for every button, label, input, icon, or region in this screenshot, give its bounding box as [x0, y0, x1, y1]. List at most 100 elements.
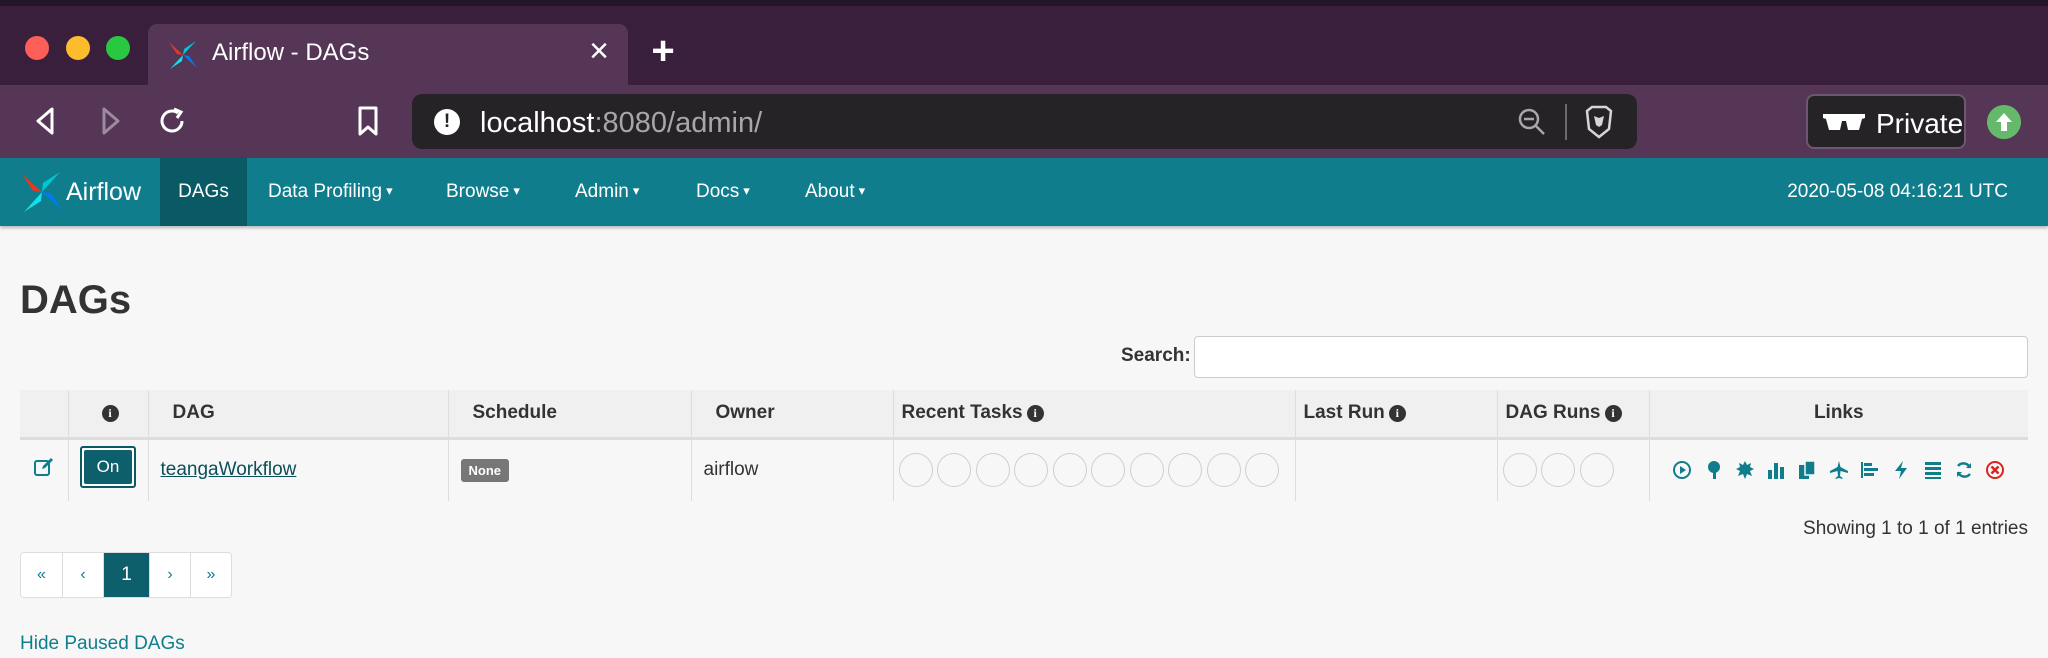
edit-icon[interactable]	[33, 456, 55, 478]
site-info-icon[interactable]: !	[434, 109, 460, 135]
edit-cell	[20, 438, 68, 501]
entries-info: Showing 1 to 1 of 1 entries	[1803, 518, 2028, 539]
dag-run-state-circle[interactable]	[1502, 453, 1537, 488]
info-icon[interactable]: i	[1388, 404, 1406, 422]
forward-icon[interactable]	[90, 101, 130, 141]
pagination-first[interactable]: «	[21, 553, 62, 597]
dag-run-state-circle[interactable]	[1579, 453, 1614, 488]
chevron-down-icon: ▾	[513, 183, 520, 198]
task-state-circle[interactable]	[1206, 453, 1241, 488]
back-icon[interactable]	[26, 101, 66, 141]
close-tab-icon[interactable]: ×	[582, 34, 616, 68]
schedule-cell: None	[447, 438, 691, 501]
landing-times-icon[interactable]	[1829, 460, 1849, 480]
task-tries-icon[interactable]	[1797, 460, 1817, 480]
last-run-cell	[1294, 438, 1497, 501]
header-schedule[interactable]: Schedule	[447, 390, 691, 440]
zoom-out-icon[interactable]	[1517, 107, 1547, 137]
delete-icon[interactable]	[1985, 460, 2005, 480]
dags-table: i DAG Schedule Owner Recent Tasks i Last …	[20, 390, 2028, 501]
airflow-favicon-icon	[169, 41, 197, 69]
address-bar[interactable]: ! localhost:8080/admin/	[412, 94, 1637, 149]
logs-icon[interactable]	[1923, 460, 1943, 480]
nav-dags[interactable]: DAGs	[160, 158, 247, 226]
header-last-run: Last Run i	[1294, 390, 1497, 440]
graph-view-icon[interactable]	[1735, 460, 1755, 480]
airflow-brand-text: Airflow	[66, 178, 142, 206]
nav-dags-label: DAGs	[178, 181, 229, 202]
brave-shields-icon[interactable]	[1583, 105, 1615, 139]
task-state-circle[interactable]	[1245, 453, 1279, 488]
dag-on-off-toggle[interactable]: On	[80, 446, 136, 489]
table-header-row: i DAG Schedule Owner Recent Tasks i Last …	[20, 390, 2028, 440]
task-state-circle[interactable]	[1014, 453, 1048, 488]
nav-data-profiling[interactable]: Data Profiling ▾	[268, 158, 393, 226]
window-minimize-button[interactable]	[66, 36, 90, 60]
header-edit	[20, 390, 68, 440]
pagination-previous[interactable]: ‹	[62, 553, 103, 597]
header-owner[interactable]: Owner	[690, 390, 893, 440]
airflow-logo-icon	[22, 172, 62, 212]
task-state-circle[interactable]	[975, 453, 1010, 488]
pagination-next[interactable]: ›	[149, 553, 190, 597]
nav-browse[interactable]: Browse ▾	[446, 158, 520, 226]
tab-title: Airflow - DAGs	[212, 39, 370, 66]
browser-tabstrip: Airflow - DAGs × +	[0, 0, 2048, 85]
info-icon[interactable]: i	[1026, 404, 1044, 422]
private-window-badge[interactable]: Private	[1806, 94, 1966, 149]
chevron-down-icon: ▾	[632, 183, 640, 198]
nav-browse-label: Browse	[446, 181, 510, 202]
nav-about-label: About	[805, 181, 855, 202]
pagination-page-1[interactable]: 1	[103, 553, 149, 597]
header-dag[interactable]: DAG	[147, 390, 448, 440]
info-icon[interactable]: i	[101, 404, 119, 422]
pagination: « ‹ 1 › »	[20, 552, 232, 598]
header-last-run-label: Last Run	[1303, 402, 1385, 424]
nav-admin-label: Admin	[575, 181, 629, 202]
chevron-down-icon: ▾	[386, 183, 393, 198]
browser-tab[interactable]: Airflow - DAGs ×	[148, 24, 628, 85]
task-state-circle[interactable]	[1168, 453, 1202, 488]
dag-link[interactable]: teangaWorkflow	[161, 459, 297, 480]
bookmark-icon[interactable]	[348, 101, 388, 141]
tree-view-icon[interactable]	[1704, 460, 1724, 480]
airflow-navbar: Airflow DAGs Data Profiling ▾ Browse ▾ Adm…	[0, 158, 2048, 226]
url-text[interactable]: localhost:8080/admin/	[480, 107, 762, 140]
pagination-last[interactable]: »	[190, 553, 231, 597]
nav-docs-label: Docs	[696, 181, 740, 202]
task-state-circle[interactable]	[937, 453, 971, 488]
address-bar-divider	[1565, 104, 1567, 140]
task-state-circle[interactable]	[1091, 453, 1125, 488]
hide-paused-dags-link[interactable]: Hide Paused DAGs	[20, 633, 185, 655]
page-title: DAGs	[20, 278, 132, 322]
trigger-dag-icon[interactable]	[1672, 460, 1692, 480]
chevron-down-icon: ▾	[743, 183, 750, 198]
nav-about[interactable]: About ▾	[805, 158, 865, 226]
code-icon[interactable]	[1891, 460, 1911, 480]
task-state-circle[interactable]	[1129, 453, 1164, 488]
nav-admin[interactable]: Admin ▾	[575, 158, 639, 226]
task-state-circle[interactable]	[1052, 453, 1087, 488]
update-icon[interactable]	[1987, 105, 2021, 139]
private-label: Private	[1876, 108, 1964, 139]
window-maximize-button[interactable]	[106, 36, 130, 60]
task-duration-icon[interactable]	[1766, 460, 1786, 480]
reload-icon[interactable]	[152, 101, 192, 141]
new-tab-icon[interactable]: +	[645, 31, 681, 71]
nav-docs[interactable]: Docs ▾	[696, 158, 750, 226]
links-cell	[1648, 438, 2028, 501]
info-icon[interactable]: i	[1604, 404, 1622, 422]
recent-tasks-cell	[892, 438, 1295, 501]
tabstrip-edge	[0, 0, 2048, 6]
browser-toolbar: ! localhost:8080/admin/ Private	[0, 85, 2048, 158]
chevron-down-icon: ▾	[858, 183, 866, 198]
gantt-icon[interactable]	[1860, 460, 1880, 480]
private-glasses-icon	[1823, 114, 1865, 130]
refresh-icon[interactable]	[1954, 460, 1974, 480]
search-label: Search:	[1121, 345, 1191, 366]
dag-run-state-circle[interactable]	[1541, 453, 1575, 488]
header-dag-runs-label: DAG Runs	[1505, 402, 1601, 424]
window-close-button[interactable]	[25, 36, 49, 60]
task-state-circle[interactable]	[898, 453, 933, 488]
search-input[interactable]	[1194, 336, 2028, 378]
